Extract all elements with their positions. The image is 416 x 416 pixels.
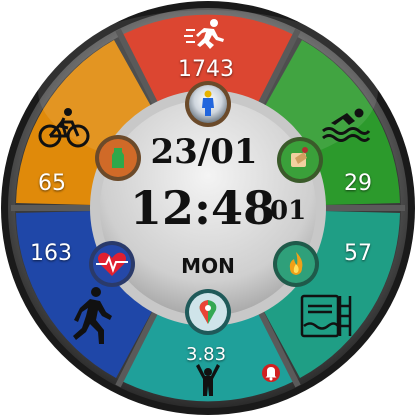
bubble-battery[interactable] [277, 137, 323, 183]
time: 12:48 [130, 181, 276, 235]
bike-value: 65 [38, 171, 66, 196]
alarm-bell-icon [262, 364, 280, 382]
bubble-steps[interactable] [185, 81, 231, 127]
bubble-heart[interactable] [89, 241, 135, 287]
bubble-drink[interactable] [95, 135, 141, 181]
seconds: 01 [270, 196, 307, 226]
date: 23/01 [150, 132, 258, 172]
distance-value: 3.83 [186, 344, 227, 365]
bubble-flame[interactable] [273, 241, 319, 287]
steps-value: 1743 [178, 57, 234, 82]
walk-value: 163 [30, 241, 72, 266]
calories-value: 57 [344, 241, 372, 266]
weekday: MON [181, 254, 235, 278]
bubble-map[interactable] [185, 289, 231, 335]
swim-value: 29 [344, 171, 372, 196]
